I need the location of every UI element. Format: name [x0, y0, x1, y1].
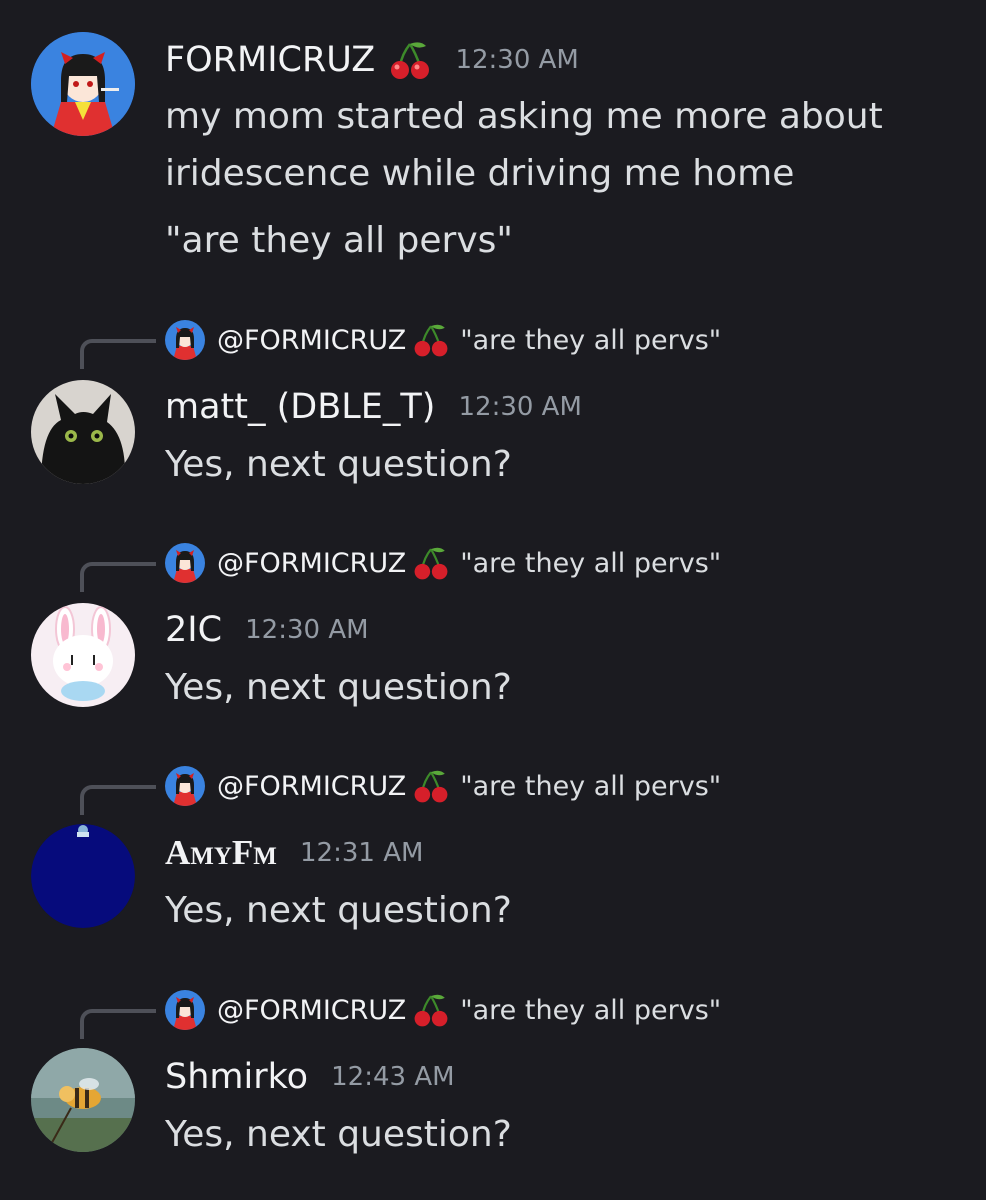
reply-avatar-icon [165, 320, 205, 360]
reply-avatar-icon [165, 766, 205, 806]
timestamp: 12:30 AM [245, 615, 369, 645]
blue-circle-avatar-icon [31, 824, 135, 928]
reply-mention[interactable]: @FORMICRUZ [217, 995, 406, 1026]
reply-quote: "are they all pervs" [460, 994, 722, 1026]
username[interactable]: Shmirko [165, 1057, 308, 1097]
timestamp: 12:43 AM [331, 1062, 455, 1092]
message-text: Yes, next question? [165, 444, 512, 485]
username[interactable]: FORMICRUZ [165, 40, 375, 80]
reply-mention[interactable]: @FORMICRUZ [217, 771, 406, 802]
black-cat-avatar-icon [31, 380, 135, 484]
reply-quote: "are they all pervs" [460, 324, 722, 356]
message-text: Yes, next question? [165, 890, 512, 931]
cherry-icon [412, 767, 450, 805]
reply-spine [80, 339, 156, 369]
timestamp: 12:30 AM [455, 45, 579, 75]
reply-quote: "are they all pervs" [460, 770, 722, 802]
avatar-shmirko[interactable] [31, 1048, 135, 1152]
cherry-icon [388, 38, 432, 82]
username[interactable]: 2IC [165, 610, 222, 650]
cherry-icon [412, 991, 450, 1029]
message-header: 2IC 12:30 AM [165, 610, 369, 650]
username[interactable]: AmyFm [165, 833, 277, 872]
reply-spine [80, 785, 156, 815]
message-header: FORMICRUZ 12:30 AM [165, 38, 579, 82]
avatar-2ic[interactable] [31, 603, 135, 707]
message-line-2: iridescence while driving me home [165, 153, 795, 194]
message-reply-3: @FORMICRUZ "are they all pervs" AmyFm 12… [0, 756, 986, 956]
reply-mention[interactable]: @FORMICRUZ [217, 548, 406, 579]
reply-reference[interactable]: @FORMICRUZ "are they all pervs" [165, 318, 721, 362]
message-header: AmyFm 12:31 AM [165, 833, 423, 873]
reply-avatar-icon [165, 990, 205, 1030]
timestamp: 12:31 AM [300, 838, 424, 868]
reply-reference[interactable]: @FORMICRUZ "are they all pervs" [165, 764, 721, 808]
message-header: Shmirko 12:43 AM [165, 1057, 455, 1097]
avatar-formicruz[interactable] [31, 32, 135, 136]
reply-avatar-icon [165, 543, 205, 583]
reply-reference[interactable]: @FORMICRUZ "are they all pervs" [165, 988, 721, 1032]
bee-painting-avatar-icon [31, 1048, 135, 1152]
message-formicruz: FORMICRUZ 12:30 AM my mom started asking… [0, 0, 986, 290]
message-header: matt_ (DBLE_T) 12:30 AM [165, 387, 582, 427]
reply-spine [80, 562, 156, 592]
reply-spine [80, 1009, 156, 1039]
anime-girl-avatar-icon [31, 32, 135, 136]
cherry-icon [412, 544, 450, 582]
message-line-1: my mom started asking me more about [165, 96, 883, 137]
timestamp: 12:30 AM [458, 392, 582, 422]
reply-reference[interactable]: @FORMICRUZ "are they all pervs" [165, 541, 721, 585]
message-reply-2: @FORMICRUZ "are they all pervs" 2IC 12:3… [0, 533, 986, 733]
reply-mention[interactable]: @FORMICRUZ [217, 325, 406, 356]
cherry-icon [412, 321, 450, 359]
avatar-matt[interactable] [31, 380, 135, 484]
message-reply-4: @FORMICRUZ "are they all pervs" Shmirko … [0, 980, 986, 1180]
message-line-3: "are they all pervs" [165, 220, 513, 261]
avatar-amyfm[interactable] [31, 824, 135, 928]
reply-quote: "are they all pervs" [460, 547, 722, 579]
bunny-avatar-icon [31, 603, 135, 707]
message-reply-1: @FORMICRUZ "are they all pervs" matt_ (D… [0, 310, 986, 510]
username[interactable]: matt_ (DBLE_T) [165, 387, 435, 427]
message-text: Yes, next question? [165, 667, 512, 708]
message-text: Yes, next question? [165, 1114, 512, 1155]
